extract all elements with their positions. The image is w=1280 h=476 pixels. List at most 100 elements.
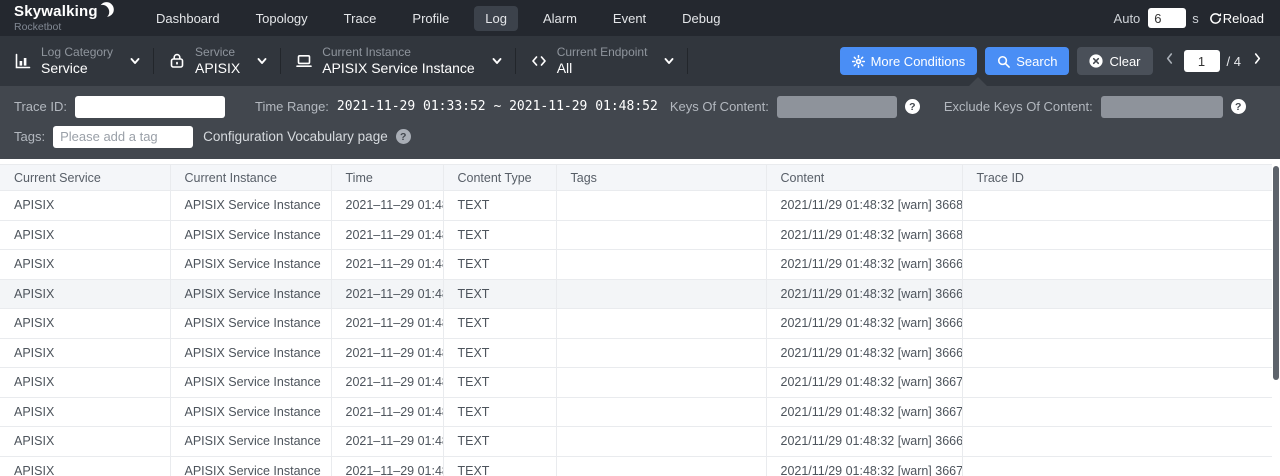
table-row[interactable]: APISIXAPISIX Service Instance2021–11–29 … <box>0 279 1272 309</box>
more-conditions-label: More Conditions <box>871 54 966 69</box>
chevron-down-icon <box>491 55 503 67</box>
nav-item-log[interactable]: Log <box>474 6 518 31</box>
tags-input[interactable] <box>53 126 193 148</box>
keys-help-icon[interactable] <box>905 99 920 114</box>
trace-id-input[interactable] <box>75 96 225 118</box>
log-table: Current ServiceCurrent InstanceTimeConte… <box>0 164 1280 476</box>
prev-page-button[interactable] <box>1159 52 1180 70</box>
cell-content: 2021/11/29 01:48:32 [warn] 36662#36662: … <box>766 309 962 339</box>
auto-unit-label: s <box>1192 11 1199 26</box>
table-row[interactable]: APISIXAPISIX Service Instance2021–11–29 … <box>0 456 1272 476</box>
clear-label: Clear <box>1109 54 1140 69</box>
cell-tags <box>556 279 766 309</box>
exclude-keys-help-icon[interactable] <box>1231 99 1246 114</box>
next-page-button[interactable] <box>1247 52 1268 70</box>
cell-current-instance: APISIX Service Instance <box>170 250 331 280</box>
selector-label: Current Endpoint <box>557 46 648 60</box>
column-header-content-type: Content Type <box>443 165 556 191</box>
scrollbar-thumb[interactable] <box>1273 166 1279 380</box>
page-input[interactable] <box>1184 50 1220 72</box>
cell-time: 2021–11–29 01:48:52 <box>331 279 443 309</box>
nav-item-event[interactable]: Event <box>602 6 657 31</box>
nav-item-alarm[interactable]: Alarm <box>532 6 588 31</box>
cell-current-service: APISIX <box>0 309 170 339</box>
cell-time: 2021–11–29 01:48:52 <box>331 250 443 280</box>
cell-content-type: TEXT <box>443 309 556 339</box>
cell-content: 2021/11/29 01:48:32 [warn] 36680#36680: … <box>766 220 962 250</box>
selector-current-endpoint[interactable]: Current EndpointAll <box>516 36 688 86</box>
column-header-content: Content <box>766 165 962 191</box>
selector-label: Service <box>195 46 240 60</box>
cell-content-type: TEXT <box>443 338 556 368</box>
column-header-trace-id: Trace ID <box>962 165 1272 191</box>
cell-current-service: APISIX <box>0 250 170 280</box>
column-header-tags: Tags <box>556 165 766 191</box>
selector-current-instance[interactable]: Current InstanceAPISIX Service Instance <box>281 36 515 86</box>
table-row[interactable]: APISIXAPISIX Service Instance2021–11–29 … <box>0 191 1272 221</box>
nav-item-topology[interactable]: Topology <box>245 6 319 31</box>
cell-current-instance: APISIX Service Instance <box>170 338 331 368</box>
exclude-keys-label: Exclude Keys Of Content: <box>944 99 1093 114</box>
page-total: / 4 <box>1227 54 1241 69</box>
cell-trace-id <box>962 309 1272 339</box>
cell-content: 2021/11/29 01:48:32 [warn] 36670#36670: … <box>766 397 962 427</box>
cell-current-service: APISIX <box>0 456 170 476</box>
reload-button[interactable]: Reload <box>1209 11 1264 26</box>
cell-trace-id <box>962 220 1272 250</box>
auto-reload-controls: Auto s Reload <box>1114 8 1280 28</box>
cell-tags <box>556 368 766 398</box>
keys-of-content-label: Keys Of Content: <box>670 99 769 114</box>
logo[interactable]: Skywalking Rocketbot <box>0 4 118 33</box>
chevron-down-icon <box>129 55 141 67</box>
cell-tags <box>556 309 766 339</box>
cell-current-instance: APISIX Service Instance <box>170 427 331 457</box>
cell-trace-id <box>962 427 1272 457</box>
nav-item-dashboard[interactable]: Dashboard <box>145 6 231 31</box>
cell-content-type: TEXT <box>443 279 556 309</box>
cell-current-service: APISIX <box>0 191 170 221</box>
toolbar-actions: More Conditions Search Clear / 4 <box>832 47 1280 75</box>
cell-current-service: APISIX <box>0 279 170 309</box>
table-row[interactable]: APISIXAPISIX Service Instance2021–11–29 … <box>0 427 1272 457</box>
cell-tags <box>556 397 766 427</box>
table-row[interactable]: APISIXAPISIX Service Instance2021–11–29 … <box>0 338 1272 368</box>
nav-item-profile[interactable]: Profile <box>401 6 460 31</box>
selector-label: Log Category <box>41 46 113 60</box>
nav-item-debug[interactable]: Debug <box>671 6 731 31</box>
cell-tags <box>556 338 766 368</box>
table-row[interactable]: APISIXAPISIX Service Instance2021–11–29 … <box>0 368 1272 398</box>
clear-icon <box>1089 54 1103 68</box>
search-button[interactable]: Search <box>985 47 1069 75</box>
selector-service[interactable]: ServiceAPISIX <box>154 36 280 86</box>
nav-item-trace[interactable]: Trace <box>333 6 388 31</box>
chevron-down-icon <box>663 55 675 67</box>
cell-trace-id <box>962 279 1272 309</box>
vocabulary-help-icon[interactable] <box>396 129 411 144</box>
table-row[interactable]: APISIXAPISIX Service Instance2021–11–29 … <box>0 250 1272 280</box>
cell-current-instance: APISIX Service Instance <box>170 368 331 398</box>
gear-icon <box>852 55 865 68</box>
vocabulary-page-link[interactable]: Configuration Vocabulary page <box>203 129 388 144</box>
keys-of-content-input[interactable] <box>777 96 897 118</box>
time-range-value[interactable]: 2021-11-29 01:33:52 ~ 2021-11-29 01:48:5… <box>337 99 658 114</box>
clear-button[interactable]: Clear <box>1077 47 1152 75</box>
selector-log-category[interactable]: Log CategoryService <box>0 36 153 86</box>
cell-current-service: APISIX <box>0 427 170 457</box>
cell-tags <box>556 456 766 476</box>
selector-label: Current Instance <box>322 46 475 60</box>
exclude-keys-input[interactable] <box>1101 96 1223 118</box>
chevron-left-icon <box>1165 52 1174 70</box>
selector-value: Service <box>41 60 113 76</box>
table-row[interactable]: APISIXAPISIX Service Instance2021–11–29 … <box>0 220 1272 250</box>
more-conditions-button[interactable]: More Conditions <box>840 47 978 75</box>
cell-time: 2021–11–29 01:48:52 <box>331 309 443 339</box>
vertical-scrollbar[interactable] <box>1272 164 1280 476</box>
chevron-right-icon <box>1253 52 1262 70</box>
table-row[interactable]: APISIXAPISIX Service Instance2021–11–29 … <box>0 397 1272 427</box>
auto-interval-input[interactable] <box>1148 8 1186 28</box>
cell-tags <box>556 191 766 221</box>
cell-current-instance: APISIX Service Instance <box>170 279 331 309</box>
table-row[interactable]: APISIXAPISIX Service Instance2021–11–29 … <box>0 309 1272 339</box>
cell-trace-id <box>962 250 1272 280</box>
cell-content: 2021/11/29 01:48:32 [warn] 36663#36663: … <box>766 250 962 280</box>
